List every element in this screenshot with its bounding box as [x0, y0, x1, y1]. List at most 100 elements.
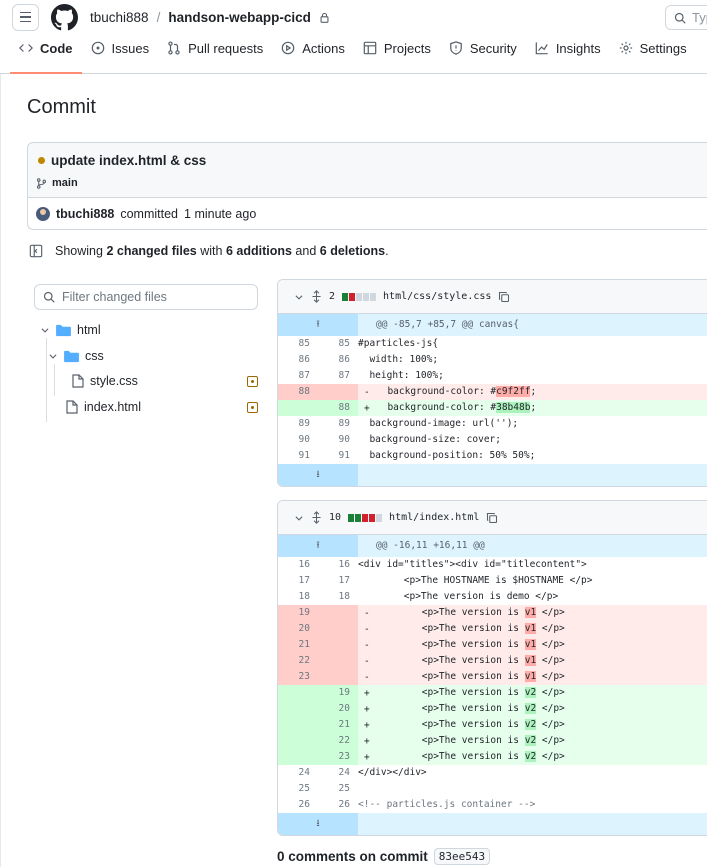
- new-line-number[interactable]: 23: [318, 749, 358, 765]
- old-line-number[interactable]: 86: [278, 352, 318, 368]
- diff-line: 90 90 background-size: cover;: [278, 432, 707, 448]
- changed-token: v2: [524, 751, 537, 762]
- diff-header: 2 html/css/style.css: [278, 280, 707, 314]
- code-text: background-color: #38b48b;: [376, 400, 707, 416]
- new-line-number[interactable]: 87: [318, 368, 358, 384]
- tree-folder-html[interactable]: html: [40, 320, 101, 340]
- tab-pull-requests[interactable]: Pull requests: [158, 33, 272, 73]
- old-line-number[interactable]: 85: [278, 336, 318, 352]
- tab-code[interactable]: Code: [10, 33, 82, 74]
- new-line-number[interactable]: 19: [318, 685, 358, 701]
- old-line-number[interactable]: 23: [278, 669, 318, 685]
- menu-button[interactable]: [12, 3, 39, 31]
- old-line-number[interactable]: 26: [278, 797, 318, 813]
- diff-sign: +: [364, 687, 370, 699]
- new-line-number[interactable]: 18: [318, 589, 358, 605]
- tab-issues[interactable]: Issues: [82, 33, 159, 73]
- new-line-number[interactable]: 89: [318, 416, 358, 432]
- code-part: </p>: [536, 607, 565, 618]
- new-line-number[interactable]: [318, 605, 358, 621]
- tab-projects[interactable]: Projects: [354, 33, 440, 73]
- new-line-number[interactable]: 88: [318, 400, 358, 416]
- new-line-number[interactable]: [318, 637, 358, 653]
- repo-name-link[interactable]: handson-webapp-cicd: [168, 10, 311, 25]
- expand-all-icon[interactable]: [311, 511, 322, 524]
- file-path[interactable]: html/css/style.css: [383, 291, 491, 302]
- github-logo-icon[interactable]: [51, 3, 78, 31]
- old-line-number[interactable]: 19: [278, 605, 318, 621]
- old-line-number[interactable]: 25: [278, 781, 318, 797]
- expand-all-icon[interactable]: [311, 290, 322, 303]
- commit-sha[interactable]: 83ee543: [433, 848, 491, 865]
- old-line-number[interactable]: 18: [278, 589, 318, 605]
- file-diff-index-html: 10 html/index.html ⭱ @@ -16,11 +16,11 @@…: [277, 500, 707, 836]
- old-line-number[interactable]: 88: [278, 384, 318, 400]
- old-line-number[interactable]: 24: [278, 765, 318, 781]
- new-line-number[interactable]: 20: [318, 701, 358, 717]
- new-line-number[interactable]: [318, 384, 358, 400]
- new-line-number[interactable]: 91: [318, 448, 358, 464]
- new-line-number[interactable]: 21: [318, 717, 358, 733]
- old-line-number[interactable]: 20: [278, 621, 318, 637]
- summary-end: .: [385, 244, 389, 258]
- copy-icon[interactable]: [498, 291, 510, 303]
- expand-down-icon[interactable]: ⭳: [278, 813, 358, 835]
- code-part: background-color: #: [376, 386, 497, 397]
- old-line-number[interactable]: [278, 749, 318, 765]
- tab-insights[interactable]: Insights: [526, 33, 610, 73]
- chevron-down-icon[interactable]: [294, 513, 304, 523]
- new-line-number[interactable]: 24: [318, 765, 358, 781]
- old-line-number[interactable]: 17: [278, 573, 318, 589]
- tab-security[interactable]: Security: [440, 33, 526, 73]
- new-line-number[interactable]: 25: [318, 781, 358, 797]
- branch-name[interactable]: main: [52, 177, 78, 189]
- hunk-header: ⭱ @@ -85,7 +85,7 @@ canvas{: [278, 314, 707, 336]
- old-line-number[interactable]: 89: [278, 416, 318, 432]
- copy-icon[interactable]: [486, 512, 498, 524]
- old-line-number[interactable]: [278, 717, 318, 733]
- new-line-number[interactable]: 17: [318, 573, 358, 589]
- new-line-number[interactable]: 90: [318, 432, 358, 448]
- old-line-number[interactable]: [278, 400, 318, 416]
- filter-files-input[interactable]: Filter changed files: [34, 284, 258, 310]
- avatar[interactable]: [36, 206, 50, 221]
- old-line-number[interactable]: [278, 733, 318, 749]
- new-line-number[interactable]: [318, 669, 358, 685]
- tree-file-index-html[interactable]: index.html: [66, 397, 258, 417]
- old-line-number[interactable]: [278, 685, 318, 701]
- old-line-number[interactable]: 91: [278, 448, 318, 464]
- old-line-number[interactable]: 87: [278, 368, 318, 384]
- diff-sign: +: [364, 735, 370, 747]
- new-line-number[interactable]: [318, 621, 358, 637]
- old-line-number[interactable]: 90: [278, 432, 318, 448]
- new-line-number[interactable]: [318, 653, 358, 669]
- new-line-number[interactable]: 22: [318, 733, 358, 749]
- tab-actions[interactable]: Actions: [272, 33, 354, 73]
- tree-file-style-css[interactable]: style.css: [72, 371, 258, 391]
- repo-owner-link[interactable]: tbuchi888: [90, 10, 149, 25]
- old-line-number[interactable]: [278, 701, 318, 717]
- tree-folder-css[interactable]: css: [48, 346, 104, 366]
- tab-settings[interactable]: Settings: [610, 33, 696, 73]
- search-input[interactable]: Typ: [665, 5, 707, 30]
- old-line-number[interactable]: 16: [278, 557, 318, 573]
- tree-guide: [54, 364, 55, 396]
- sidebar-toggle-icon[interactable]: [29, 244, 43, 258]
- chevron-down-icon[interactable]: [294, 292, 304, 302]
- new-line-number[interactable]: 16: [318, 557, 358, 573]
- diff-lines: 85 85 #particles-js{ 86 86 width: 100%; 87 8…: [278, 336, 707, 464]
- old-line-number[interactable]: 21: [278, 637, 318, 653]
- expand-row: ⭳: [278, 464, 707, 486]
- status-dot-icon[interactable]: [38, 157, 45, 164]
- expand-up-icon[interactable]: ⭱: [278, 314, 358, 336]
- code-part: ;: [530, 402, 537, 413]
- file-path[interactable]: html/index.html: [389, 512, 479, 523]
- new-line-number[interactable]: 85: [318, 336, 358, 352]
- code-text: <p>The version is v1 </p>: [376, 621, 707, 637]
- new-line-number[interactable]: 26: [318, 797, 358, 813]
- expand-up-icon[interactable]: ⭱: [278, 535, 358, 557]
- new-line-number[interactable]: 86: [318, 352, 358, 368]
- expand-down-icon[interactable]: ⭳: [278, 464, 358, 486]
- old-line-number[interactable]: 22: [278, 653, 318, 669]
- author-name[interactable]: tbuchi888: [56, 207, 114, 221]
